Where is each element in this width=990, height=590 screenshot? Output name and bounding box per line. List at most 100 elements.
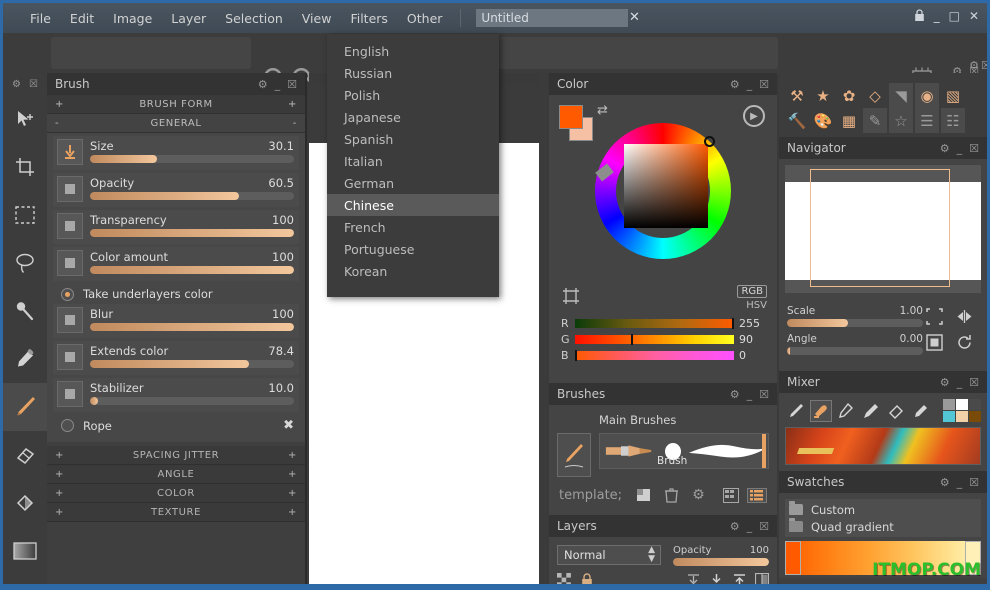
eyedropper-icon[interactable] — [910, 400, 932, 422]
navigator-viewport-frame[interactable] — [810, 169, 950, 287]
menu-image[interactable]: Image — [104, 7, 161, 30]
close-icon[interactable]: ☒ — [969, 142, 979, 155]
tool-brush-tool[interactable] — [3, 383, 47, 431]
palette-icon[interactable]: 🎨 — [811, 108, 835, 133]
color-swatch-pair[interactable] — [559, 105, 593, 141]
language-item-french[interactable]: French — [327, 216, 499, 238]
property-blur[interactable]: Blur 100 — [53, 304, 299, 338]
r-slider[interactable] — [575, 318, 734, 329]
tools-icon[interactable]: ⚒ — [785, 83, 809, 108]
toggle-icon[interactable] — [57, 381, 83, 407]
close-icon[interactable]: ✕ — [626, 8, 642, 26]
section-color[interactable]: + COLOR + — [47, 484, 305, 503]
radio-icon[interactable] — [61, 287, 74, 301]
close-button[interactable]: ✕ — [969, 10, 979, 22]
brush-icon[interactable] — [785, 400, 807, 422]
tool-move-tool[interactable] — [3, 95, 47, 143]
language-item-italian[interactable]: Italian — [327, 150, 499, 172]
layers-icon[interactable]: ◇ — [863, 83, 887, 108]
property-extends-color[interactable]: Extends color 78.4 — [53, 341, 299, 375]
list-view-icon[interactable] — [747, 487, 767, 503]
gear-icon[interactable]: ⚙ — [12, 79, 21, 90]
foreground-color-swatch[interactable] — [559, 105, 583, 129]
menu-selection[interactable]: Selection — [216, 7, 292, 30]
lock-icon[interactable] — [581, 573, 593, 584]
tools-icon[interactable]: ✖ — [283, 418, 294, 433]
property-color-amount[interactable]: Color amount 100 — [53, 247, 299, 281]
transparency-lock-icon[interactable] — [557, 573, 571, 584]
flatten-icon[interactable] — [709, 573, 724, 584]
palette-knife-icon[interactable] — [810, 399, 832, 422]
toggle-icon[interactable] — [57, 176, 83, 202]
toggle-icon[interactable] — [57, 344, 83, 370]
transparency-slider[interactable] — [90, 229, 294, 237]
rgb-row-g[interactable]: G 90 — [561, 333, 765, 346]
language-item-portuguese[interactable]: Portuguese — [327, 238, 499, 260]
color-wheel-widget[interactable] — [595, 123, 731, 259]
minimize-icon[interactable]: _ — [747, 78, 753, 91]
menu-other[interactable]: Other — [398, 7, 452, 30]
color-wheel-icon[interactable]: ◉ — [915, 83, 939, 108]
color-cursor-icon[interactable] — [704, 136, 715, 147]
delete-icon[interactable] — [665, 487, 679, 503]
blend-icon[interactable] — [860, 400, 882, 422]
tool-magic-wand-tool[interactable] — [3, 287, 47, 335]
close-icon[interactable]: ☒ — [981, 59, 987, 72]
language-item-spanish[interactable]: Spanish — [327, 128, 499, 150]
close-icon[interactable]: ☒ — [969, 476, 979, 489]
property-size[interactable]: Size 30.1 — [53, 136, 299, 170]
note-icon[interactable]: ✎ — [863, 108, 887, 133]
minimize-button[interactable]: _ — [934, 10, 940, 22]
section-spacing-jitter[interactable]: + SPACING JITTER + — [47, 446, 305, 465]
gear-icon[interactable]: ⚙ — [969, 59, 979, 72]
grid-view-icon[interactable] — [723, 487, 739, 503]
duplicate-brush-icon[interactable] — [636, 488, 651, 502]
hammer-icon[interactable]: 🔨 — [785, 108, 809, 133]
close-icon[interactable]: ☒ — [759, 78, 769, 91]
color-picker-frame-icon[interactable] — [562, 287, 580, 305]
blur-slider[interactable] — [90, 323, 294, 331]
section-brush-form[interactable]: + BRUSH FORM + — [47, 95, 305, 114]
layer-opacity-slider[interactable] — [673, 558, 769, 566]
close-icon[interactable]: ☒ — [287, 78, 297, 91]
size-slider[interactable] — [90, 155, 294, 163]
swatch-folder-custom[interactable]: Custom — [789, 501, 977, 518]
lock-icon[interactable] — [914, 9, 925, 22]
language-item-russian[interactable]: Russian — [327, 62, 499, 84]
property-transparency[interactable]: Transparency 100 — [53, 210, 299, 244]
color-mode-toggle[interactable]: RGB HSV — [737, 279, 767, 311]
minimize-icon[interactable]: _ — [747, 388, 753, 401]
swap-colors-icon[interactable]: ⇄ — [597, 103, 608, 118]
gear-icon[interactable]: ⚙ — [730, 78, 740, 91]
menu-file[interactable]: File — [21, 7, 60, 30]
extends-color-slider[interactable] — [90, 360, 294, 368]
brush-pot-icon[interactable]: ✿ — [837, 83, 861, 108]
flip-horizontal-icon[interactable] — [951, 305, 977, 327]
layer-opacity-control[interactable]: Opacity 100 — [673, 545, 769, 566]
smudge-icon[interactable] — [835, 400, 857, 422]
scale-slider[interactable] — [787, 319, 923, 327]
fit-to-screen-icon[interactable] — [921, 305, 947, 327]
property-stabilizer[interactable]: Stabilizer 10.0 — [53, 378, 299, 412]
gear-icon[interactable]: ⚙ — [940, 142, 950, 155]
play-icon[interactable]: ▶ — [743, 105, 765, 127]
gear-icon[interactable]: ⚙ — [940, 476, 950, 489]
star-icon[interactable]: ☆ — [889, 108, 913, 133]
saturation-value-square[interactable] — [624, 144, 708, 228]
language-item-polish[interactable]: Polish — [327, 84, 499, 106]
stabilizer-slider[interactable] — [90, 397, 294, 405]
brush-preset-thumbnail[interactable] — [557, 433, 591, 477]
mixer-swatches[interactable] — [943, 399, 981, 422]
minimize-icon[interactable]: _ — [747, 520, 753, 533]
color-mode-hsv[interactable]: HSV — [737, 300, 767, 311]
blend-mode-select[interactable]: Normal ▲ ▼ — [557, 545, 661, 565]
tool-eyedropper-tool[interactable] — [3, 335, 47, 383]
take-underlayers-color-row[interactable]: Take underlayers color — [53, 284, 299, 304]
size-pressure-icon[interactable] — [57, 139, 83, 165]
angle-slider[interactable] — [787, 347, 923, 355]
language-item-japanese[interactable]: Japanese — [327, 106, 499, 128]
rgb-row-r[interactable]: R 255 — [561, 317, 765, 330]
tool-crop-tool[interactable] — [3, 143, 47, 191]
section-general[interactable]: - GENERAL - — [47, 114, 305, 133]
grid-icon[interactable]: ▦ — [837, 108, 861, 133]
